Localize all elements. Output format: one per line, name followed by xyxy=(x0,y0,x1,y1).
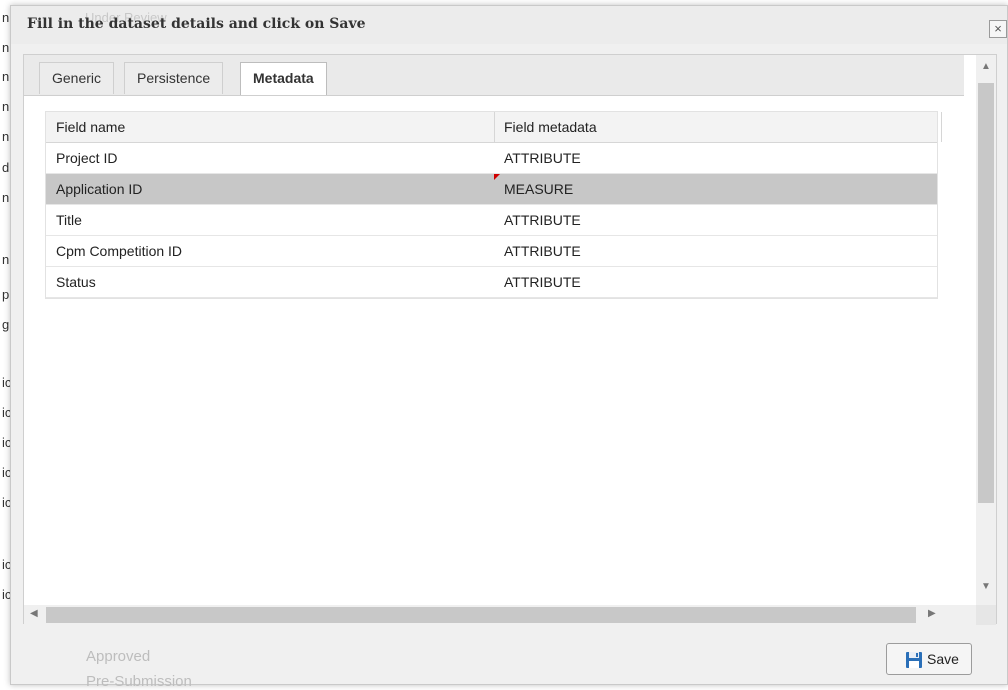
scroll-up-icon[interactable]: ▲ xyxy=(981,61,991,72)
bg-fragment: n xyxy=(2,99,10,114)
vertical-scrollbar[interactable]: ▲ ▼ xyxy=(976,55,996,605)
column-divider xyxy=(494,112,495,142)
dirty-cell-marker xyxy=(494,174,500,180)
column-header-field-metadata[interactable]: Field metadata xyxy=(504,112,597,142)
scroll-down-icon[interactable]: ▼ xyxy=(981,581,991,592)
field-metadata-cell[interactable]: ATTRIBUTE xyxy=(504,267,581,297)
table-row[interactable]: Title ATTRIBUTE xyxy=(46,205,937,236)
field-metadata-cell[interactable]: MEASURE xyxy=(504,174,573,204)
field-name-cell: Application ID xyxy=(56,181,143,197)
bg-fragment: n xyxy=(2,129,10,144)
column-header-field-name[interactable]: Field name xyxy=(56,112,125,142)
table-row[interactable]: Cpm Competition ID ATTRIBUTE xyxy=(46,236,937,267)
field-metadata-cell[interactable]: ATTRIBUTE xyxy=(504,236,581,266)
bg-fragment: n xyxy=(2,10,10,25)
dialog-title: Fill in the dataset details and click on… xyxy=(27,16,366,32)
metadata-grid: Field name Field metadata Project ID ATT… xyxy=(45,111,942,299)
bg-fragment: p xyxy=(2,287,10,302)
bg-fragment: n xyxy=(2,40,10,55)
field-name-cell: Title xyxy=(56,212,82,228)
field-metadata-cell[interactable]: ATTRIBUTE xyxy=(504,205,581,235)
grid-header: Field name Field metadata xyxy=(46,112,942,143)
field-name-cell: Cpm Competition ID xyxy=(56,243,183,259)
scrollbar-corner xyxy=(976,605,996,625)
field-name-cell: Project ID xyxy=(56,150,118,166)
table-row[interactable]: Status ATTRIBUTE xyxy=(46,267,937,298)
column-divider xyxy=(941,112,942,142)
table-row[interactable]: Project ID ATTRIBUTE xyxy=(46,143,937,174)
bg-fragment: n xyxy=(2,69,10,84)
bg-fragment: d xyxy=(2,160,10,175)
save-button[interactable]: Save xyxy=(886,643,972,675)
tab-metadata[interactable]: Metadata xyxy=(240,62,327,95)
close-icon[interactable]: × xyxy=(989,20,1007,38)
bg-fragment: g xyxy=(2,317,10,332)
horizontal-scroll-thumb[interactable] xyxy=(46,607,916,623)
tab-persistence[interactable]: Persistence xyxy=(124,62,224,94)
dataset-dialog: Under Review Fill in the dataset details… xyxy=(10,5,1008,690)
dialog-body: Generic Persistence Metadata Field name … xyxy=(23,54,997,625)
dialog-header: Under Review Fill in the dataset details… xyxy=(11,6,1007,44)
field-metadata-cell[interactable]: ATTRIBUTE xyxy=(504,143,581,173)
table-row-selected[interactable]: Application ID MEASURE xyxy=(46,174,937,205)
vertical-scroll-thumb[interactable] xyxy=(978,83,994,503)
bg-approved-text: Approved xyxy=(86,648,151,665)
bg-pre-submission-text: Pre-Submission xyxy=(86,673,192,690)
bg-fragment: n xyxy=(2,190,10,205)
scroll-right-icon[interactable]: ▶ xyxy=(928,608,936,619)
scroll-left-icon[interactable]: ◀ xyxy=(30,608,38,619)
horizontal-scrollbar[interactable]: ◀ ▶ xyxy=(24,605,976,625)
save-button-label: Save xyxy=(927,651,959,667)
tab-strip: Generic Persistence Metadata xyxy=(24,55,964,96)
field-name-cell: Status xyxy=(56,274,96,290)
bg-fragment: n xyxy=(2,252,10,267)
tab-generic[interactable]: Generic xyxy=(39,62,115,94)
floppy-disk-icon xyxy=(906,652,922,668)
